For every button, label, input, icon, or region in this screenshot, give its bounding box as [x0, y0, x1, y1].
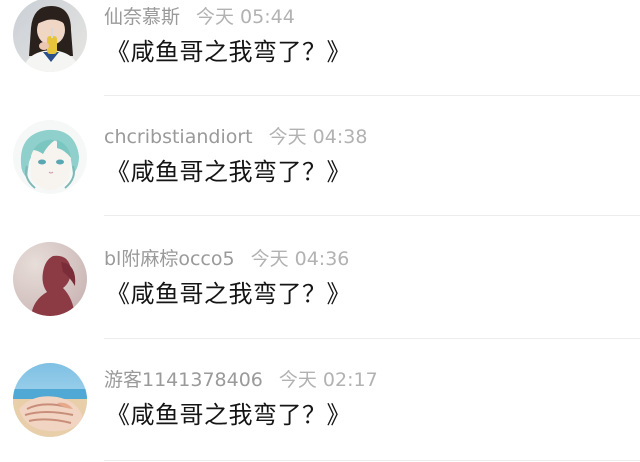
comment-text: 《咸鱼哥之我弯了？》: [106, 158, 351, 186]
username[interactable]: chcribstiandiort: [104, 126, 253, 148]
comment-item[interactable]: bl附麻棕occo5 今天 04:36 《咸鱼哥之我弯了？》: [0, 242, 640, 363]
divider: [104, 95, 640, 96]
timestamp: 今天 02:17: [278, 369, 378, 391]
comment-list: 仙奈慕斯 今天 05:44 《咸鱼哥之我弯了？》 chcribstiandiort…: [0, 0, 640, 462]
username[interactable]: 仙奈慕斯: [104, 6, 180, 28]
comment-item[interactable]: 仙奈慕斯 今天 05:44 《咸鱼哥之我弯了？》: [0, 0, 640, 121]
comment-text: 《咸鱼哥之我弯了？》: [106, 38, 351, 66]
seashell-beach-avatar-icon: [13, 363, 87, 437]
comment-meta: 仙奈慕斯 今天 05:44: [104, 3, 295, 31]
timestamp: 今天 04:36: [250, 248, 350, 270]
avatar[interactable]: [13, 242, 87, 316]
username[interactable]: bl附麻棕occo5: [104, 248, 235, 270]
username[interactable]: 游客1141378406: [104, 369, 263, 391]
girl-with-drink-avatar-icon: [13, 0, 87, 72]
silhouette-avatar-icon: [13, 242, 87, 316]
avatar[interactable]: [13, 0, 87, 72]
comment-meta: bl附麻棕occo5 今天 04:36: [104, 245, 349, 273]
comment-meta: chcribstiandiort 今天 04:38: [104, 123, 367, 151]
comment-text: 《咸鱼哥之我弯了？》: [106, 280, 351, 308]
comment-meta: 游客1141378406 今天 02:17: [104, 366, 378, 394]
divider: [104, 338, 640, 339]
comment-item[interactable]: 游客1141378406 今天 02:17 《咸鱼哥之我弯了？》: [0, 363, 640, 462]
comment-text: 《咸鱼哥之我弯了？》: [106, 401, 351, 429]
divider: [104, 215, 640, 216]
avatar[interactable]: [13, 363, 87, 437]
anime-character-avatar-icon: [13, 120, 87, 194]
timestamp: 今天 04:38: [268, 126, 368, 148]
avatar[interactable]: [13, 120, 87, 194]
comment-item[interactable]: chcribstiandiort 今天 04:38 《咸鱼哥之我弯了？》: [0, 120, 640, 242]
divider: [104, 460, 640, 461]
timestamp: 今天 05:44: [196, 6, 295, 28]
